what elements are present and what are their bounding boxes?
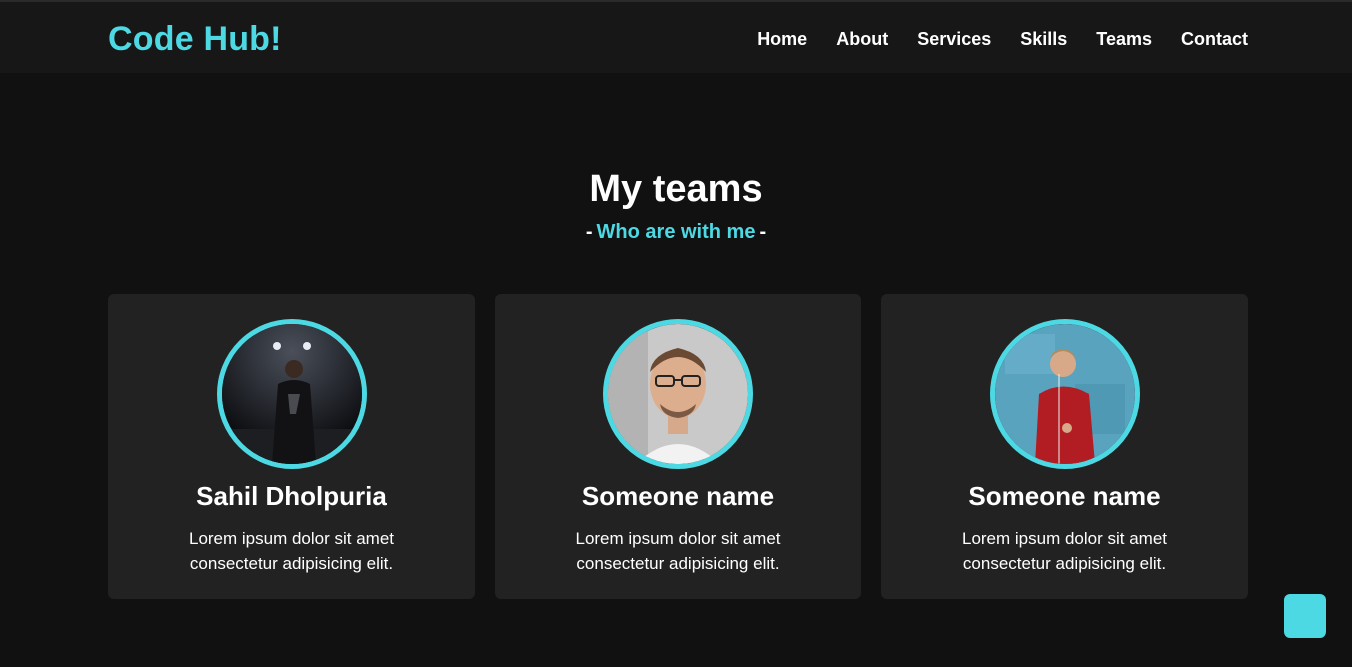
nav-item-contact[interactable]: Contact: [1181, 29, 1248, 50]
logo[interactable]: Code Hub!: [108, 20, 282, 59]
navbar: Code Hub! Home About Services Skills Tea…: [0, 0, 1352, 73]
member-description: Lorem ipsum dolor sit amet consectetur a…: [108, 526, 475, 576]
nav-item-teams[interactable]: Teams: [1096, 29, 1152, 50]
man-glasses-photo: [608, 324, 748, 464]
subtitle-dash-left: -: [585, 221, 593, 243]
member-description-line: consectetur adipisicing elit.: [962, 554, 1167, 573]
nav-menu: Home About Services Skills Teams Contact: [728, 29, 1248, 50]
member-description-line: consectetur adipisicing elit.: [576, 554, 780, 573]
nav-item-about[interactable]: About: [836, 29, 888, 50]
section-title: My teams: [589, 168, 763, 210]
avatar: [603, 319, 753, 469]
member-description-line: Lorem ipsum dolor sit amet: [575, 529, 781, 548]
team-card: Someone name Lorem ipsum dolor sit amet …: [495, 294, 861, 599]
member-description-line: Lorem ipsum dolor sit amet: [188, 529, 395, 548]
nav-item-home[interactable]: Home: [757, 29, 807, 50]
avatar: [216, 319, 367, 469]
subtitle-dash-right: -: [759, 221, 767, 243]
member-description-line: consectetur adipisicing elit.: [189, 554, 394, 573]
avatar: [989, 319, 1140, 469]
nav-item-skills[interactable]: Skills: [1020, 29, 1067, 50]
team-card: Sahil Dholpuria Lorem ipsum dolor sit am…: [108, 294, 475, 599]
member-name: Someone name: [581, 481, 775, 511]
member-name: Someone name: [968, 481, 1161, 511]
member-description: Lorem ipsum dolor sit amet consectetur a…: [881, 526, 1248, 576]
subtitle-text: Who are with me: [596, 221, 756, 243]
nav-item-services[interactable]: Services: [917, 29, 991, 50]
member-name: Sahil Dholpuria: [196, 481, 387, 511]
man-night-photo: [221, 324, 362, 464]
member-description-line: Lorem ipsum dolor sit amet: [961, 529, 1168, 548]
scroll-top-button[interactable]: [1284, 594, 1326, 638]
team-card: Someone name Lorem ipsum dolor sit amet …: [881, 294, 1248, 599]
section-subtitle: - Who are with me -: [0, 221, 1352, 244]
man-red-sweater-photo: [994, 324, 1135, 464]
member-description: Lorem ipsum dolor sit amet consectetur a…: [495, 526, 861, 576]
